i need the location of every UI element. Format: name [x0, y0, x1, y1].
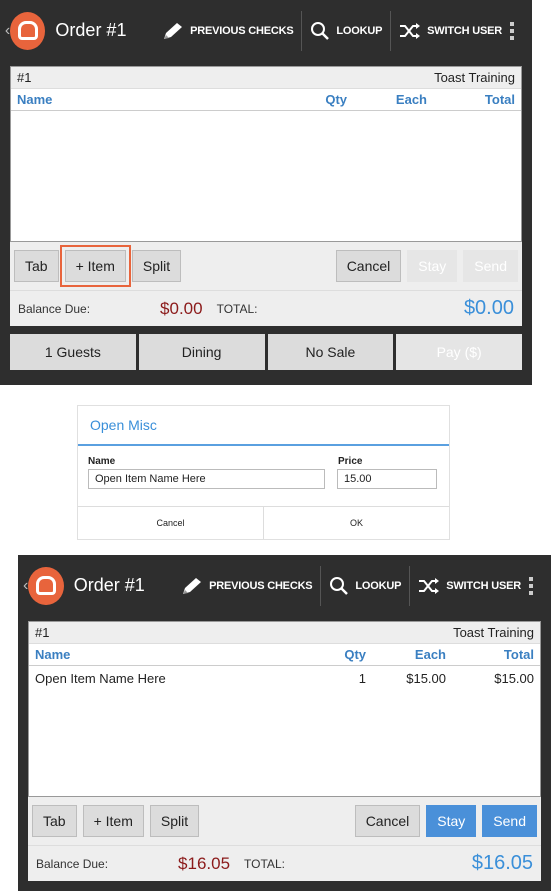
order-title: Order #1 — [55, 20, 127, 40]
shuffle-icon — [419, 577, 440, 594]
order-ticket: #1 Toast Training Name Qty Each Total — [10, 66, 522, 242]
total-amount: $16.05 — [471, 852, 533, 874]
column-name: Name — [17, 92, 53, 107]
order-screen-after: ‹ Order #1 PREVIOUS CHECKS LOOKUP SWITCH… — [18, 555, 551, 891]
table-row[interactable]: Open Item Name Here 1 $15.00 $15.00 — [29, 666, 540, 690]
name-label: Name — [88, 456, 116, 467]
ticket-header: #1 Toast Training — [11, 67, 521, 89]
pencil-icon — [164, 22, 183, 39]
no-sale-button[interactable]: No Sale — [267, 334, 394, 370]
dining-button[interactable]: Dining — [138, 334, 265, 370]
item-name-input[interactable] — [88, 469, 325, 489]
action-bar: Tab + Item Split Cancel Stay Send — [28, 797, 541, 845]
lookup-button[interactable]: LOOKUP — [302, 0, 390, 61]
search-icon — [330, 576, 349, 595]
column-qty: Qty — [344, 647, 366, 662]
total-amount: $0.00 — [463, 297, 514, 319]
open-misc-dialog: Open Misc Name Price Cancel OK — [77, 405, 450, 540]
dialog-cancel-button[interactable]: Cancel — [78, 507, 263, 539]
ticket-header: #1 Toast Training — [29, 622, 540, 644]
column-qty: Qty — [325, 92, 347, 107]
pencil-icon — [183, 577, 202, 594]
action-bar: Tab + Item Split Cancel Stay Send — [10, 242, 522, 290]
column-each: Each — [395, 92, 427, 107]
toast-logo-icon[interactable] — [10, 11, 46, 50]
item-each: $15.00 — [406, 670, 446, 686]
add-item-button[interactable]: + Item — [59, 245, 131, 287]
ticket-columns: Name Qty Each Total — [11, 89, 521, 111]
column-name: Name — [35, 647, 71, 662]
more-menu-icon[interactable] — [510, 21, 514, 40]
order-title: Order #1 — [73, 575, 145, 595]
item-name: Open Item Name Here — [35, 670, 166, 686]
switch-user-button[interactable]: SWITCH USER — [391, 0, 510, 61]
pay-button[interactable]: Pay ($) — [396, 334, 522, 370]
balance-bar: Balance Due: $16.05 TOTAL: $16.05 — [28, 845, 541, 881]
stay-button[interactable]: Stay — [426, 805, 477, 837]
guests-button[interactable]: 1 Guests — [10, 334, 136, 370]
previous-checks-button[interactable]: PREVIOUS CHECKS — [154, 0, 301, 61]
dialog-buttons: Cancel OK — [78, 506, 449, 539]
balance-bar: Balance Due: $0.00 TOTAL: $0.00 — [10, 290, 522, 326]
split-button[interactable]: Split — [149, 805, 200, 837]
balance-due-label: Balance Due: — [18, 301, 91, 316]
column-total: Total — [503, 647, 534, 662]
location-name: Toast Training — [453, 625, 534, 640]
stay-button[interactable]: Stay — [407, 250, 458, 282]
lookup-button[interactable]: LOOKUP — [321, 555, 409, 616]
switch-user-button[interactable]: SWITCH USER — [410, 555, 529, 616]
ticket-columns: Name Qty Each Total — [29, 644, 540, 666]
total-label: TOTAL: — [244, 856, 285, 871]
price-input[interactable] — [337, 469, 437, 489]
more-menu-icon[interactable] — [529, 576, 533, 595]
column-each: Each — [414, 647, 446, 662]
top-bar: ‹ Order #1 PREVIOUS CHECKS LOOKUP SWITCH… — [0, 0, 532, 61]
location-name: Toast Training — [434, 70, 515, 85]
order-ticket: #1 Toast Training Name Qty Each Total Op… — [28, 621, 541, 797]
item-total: $15.00 — [494, 670, 534, 686]
send-button[interactable]: Send — [463, 250, 518, 282]
column-total: Total — [484, 92, 515, 107]
tab-button[interactable]: Tab — [14, 250, 59, 282]
toast-logo-icon[interactable] — [28, 566, 64, 605]
split-button[interactable]: Split — [131, 250, 182, 282]
check-number: #1 — [17, 70, 32, 85]
send-button[interactable]: Send — [482, 805, 537, 837]
cancel-button[interactable]: Cancel — [335, 250, 402, 282]
previous-checks-button[interactable]: PREVIOUS CHECKS — [173, 555, 320, 616]
back-chevron-icon[interactable]: ‹ — [19, 577, 28, 595]
balance-due-amount: $16.05 — [178, 853, 231, 873]
check-number: #1 — [35, 625, 50, 640]
cancel-button[interactable]: Cancel — [354, 805, 421, 837]
top-bar: ‹ Order #1 PREVIOUS CHECKS LOOKUP SWITCH… — [18, 555, 551, 616]
dialog-inputs — [78, 467, 449, 489]
item-qty: 1 — [358, 670, 366, 686]
add-item-button[interactable]: + Item — [82, 805, 144, 837]
back-chevron-icon[interactable]: ‹ — [1, 22, 10, 40]
shuffle-icon — [400, 22, 421, 39]
total-label: TOTAL: — [216, 301, 258, 316]
price-label: Price — [338, 456, 363, 467]
balance-due-amount: $0.00 — [160, 298, 203, 318]
balance-due-label: Balance Due: — [36, 856, 109, 871]
order-screen-before: ‹ Order #1 PREVIOUS CHECKS LOOKUP SWITCH… — [0, 0, 532, 385]
tab-button[interactable]: Tab — [32, 805, 77, 837]
dialog-title: Open Misc — [78, 406, 449, 446]
dialog-ok-button[interactable]: OK — [263, 507, 449, 539]
dialog-labels: Name Price — [78, 446, 449, 467]
search-icon — [311, 21, 330, 40]
bottom-bar: 1 Guests Dining No Sale Pay ($) — [10, 334, 522, 370]
